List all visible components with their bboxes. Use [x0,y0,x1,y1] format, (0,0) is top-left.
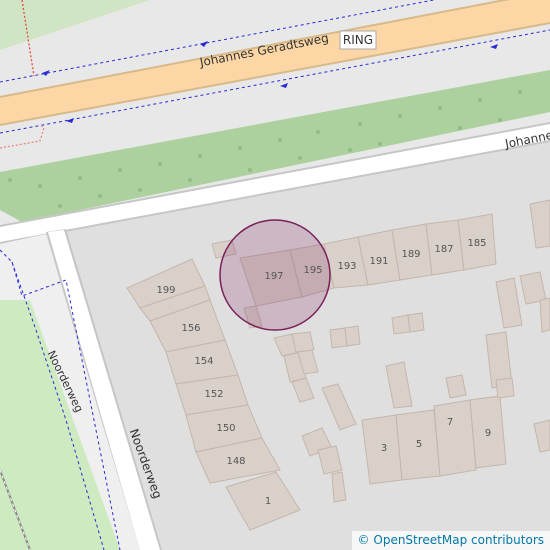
house-number: 189 [401,249,420,260]
house-number: 195 [303,265,322,276]
house-number: 152 [204,389,223,400]
house-number: 5 [416,439,422,450]
attribution-link[interactable]: OpenStreetMap contributors [373,533,544,547]
road-ref-label: RING [343,33,373,47]
house-number: 185 [467,238,486,249]
house-number: 193 [337,261,356,272]
house-number: 150 [216,423,235,434]
house-number: 9 [485,428,491,439]
house-number: 199 [156,285,175,296]
house-number: 3 [381,443,387,454]
building-7 [433,399,477,477]
road-shield-ring: RING [339,30,377,50]
map-view[interactable]: Johannes Geradtsweg RING Johannes Noorde… [0,0,550,550]
house-number: 197 [264,271,283,282]
house-number: 7 [447,417,453,428]
copyright-symbol: © [357,533,370,547]
house-number: 148 [226,456,245,467]
house-number: 156 [181,323,200,334]
map-attribution: © OpenStreetMap contributors [351,531,550,550]
house-number: 187 [434,244,453,255]
house-number: 1 [265,496,271,507]
house-number: 191 [369,256,388,267]
house-number: 154 [194,356,213,367]
map-canvas[interactable]: Johannes Geradtsweg RING Johannes Noorde… [0,0,550,550]
